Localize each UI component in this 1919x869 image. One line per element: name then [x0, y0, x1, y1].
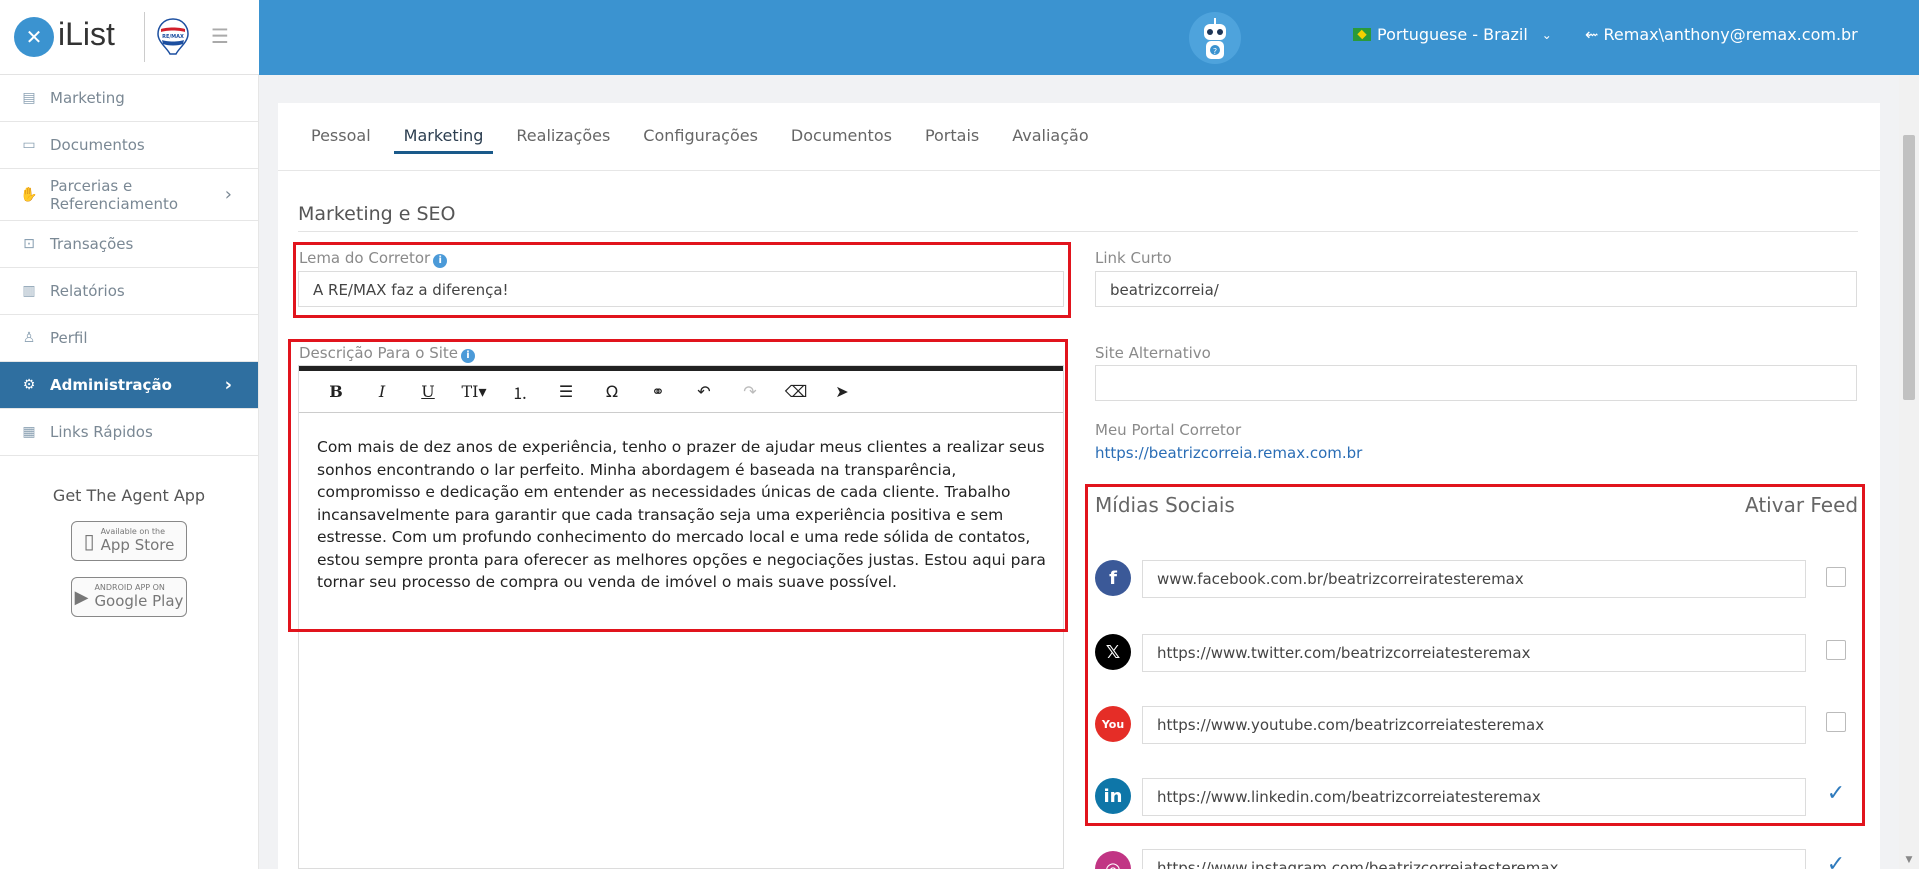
app-logo-text: iList — [58, 16, 115, 52]
app-store-label: App Store — [100, 536, 175, 554]
remax-balloon-logo: RE/MAX — [157, 17, 189, 57]
instagram-feed-checkmark-icon[interactable]: ✓ — [1826, 854, 1846, 869]
alt-site-input[interactable] — [1095, 365, 1857, 401]
sidebar-item-links-rapidos[interactable]: ▦ Links Rápidos — [0, 409, 258, 456]
chevron-down-icon: ⌄ — [1541, 27, 1552, 42]
profile-tabs: Pessoal Marketing Realizações Configuraç… — [278, 103, 1880, 171]
highlight-box-description — [288, 339, 1068, 632]
portal-link[interactable]: https://beatrizcorreia.remax.com.br — [1095, 444, 1362, 462]
sidebar-item-label: Perfil — [50, 329, 88, 347]
get-app-title: Get The Agent App — [52, 486, 206, 505]
top-header: ? Portuguese - Brazil ⌄ ⇜ Remax\anthony@… — [0, 0, 1919, 75]
sidebar-item-relatorios[interactable]: ▥ Relatórios — [0, 268, 258, 315]
hamburger-menu-icon[interactable]: ☰ — [211, 26, 231, 46]
highlight-box-social — [1085, 484, 1865, 826]
sidebar-item-transacoes[interactable]: ⊡ Transações — [0, 221, 258, 268]
portal-label: Meu Portal Corretor — [1095, 421, 1242, 439]
brazil-flag-icon — [1353, 28, 1371, 41]
tab-configuracoes[interactable]: Configurações — [643, 103, 758, 170]
sidebar-item-label: Administração — [50, 376, 172, 394]
instagram-icon: ◎ — [1095, 851, 1131, 869]
google-play-button[interactable]: ▶ ANDROID APP ON Google Play — [71, 577, 187, 617]
language-label: Portuguese - Brazil — [1377, 25, 1528, 44]
tab-avaliacao[interactable]: Avaliação — [1012, 103, 1088, 170]
ilist-logo-icon: ✕ — [14, 17, 54, 57]
section-title: Marketing e SEO — [298, 203, 1858, 232]
short-link-input[interactable]: beatrizcorreia/ — [1095, 271, 1857, 307]
user-icon: ♙ — [22, 330, 36, 346]
tab-realizacoes[interactable]: Realizações — [516, 103, 610, 170]
google-play-label: Google Play — [94, 592, 184, 610]
sidebar-item-documentos[interactable]: ▭ Documentos — [0, 122, 258, 169]
language-selector[interactable]: Portuguese - Brazil ⌄ — [1353, 25, 1552, 44]
tab-documentos[interactable]: Documentos — [791, 103, 892, 170]
sidebar-item-label: Links Rápidos — [50, 423, 153, 441]
tab-portais[interactable]: Portais — [925, 103, 979, 170]
user-account[interactable]: ⇜ Remax\anthony@remax.com.br — [1585, 25, 1858, 44]
chevron-right-icon: › — [224, 183, 232, 205]
app-store-small-label: Available on the — [100, 527, 166, 536]
highlight-box-motto — [293, 242, 1071, 318]
book-icon: ▤ — [22, 90, 36, 106]
sidebar-item-label: Marketing — [50, 89, 125, 107]
gear-icon: ⚙ — [22, 377, 36, 393]
sidebar-item-label: Relatórios — [50, 282, 125, 300]
apple-phone-icon: ▯ — [83, 529, 95, 553]
svg-text:RE/MAX: RE/MAX — [162, 34, 184, 40]
sidebar-item-perfil[interactable]: ♙ Perfil — [0, 315, 258, 362]
logo-divider — [144, 12, 145, 62]
svg-text:?: ? — [1213, 47, 1217, 56]
folder-icon: ▭ — [22, 137, 36, 153]
assistant-robot-icon[interactable]: ? — [1187, 10, 1243, 66]
google-play-icon: ▶ — [74, 586, 89, 608]
handshake-icon: ✋ — [20, 186, 38, 203]
scroll-thumb[interactable] — [1903, 135, 1915, 400]
tab-pessoal[interactable]: Pessoal — [311, 103, 371, 170]
sidebar-item-label: Documentos — [50, 136, 145, 154]
chevron-right-icon: › — [224, 374, 232, 396]
logo-area: ✕ iList RE/MAX ☰ — [0, 0, 259, 75]
short-link-label: Link Curto — [1095, 249, 1172, 267]
google-play-small-label: ANDROID APP ON — [94, 583, 165, 592]
sidebar-item-administracao[interactable]: ⚙ Administração › — [0, 362, 258, 409]
bar-chart-icon: ▥ — [22, 283, 36, 299]
briefcase-icon: ⊡ — [23, 236, 35, 252]
app-store-button[interactable]: ▯ Available on the App Store — [71, 521, 187, 561]
sidebar-item-parcerias[interactable]: ✋ Parcerias e Referenciamento › — [0, 169, 258, 221]
user-label: Remax\anthony@remax.com.br — [1603, 25, 1858, 44]
sidebar-item-marketing[interactable]: ▤ Marketing — [0, 75, 258, 122]
logout-icon: ⇜ — [1585, 25, 1604, 44]
scroll-down-arrow[interactable]: ▼ — [1903, 855, 1915, 867]
sidebar-item-label: Parcerias e Referenciamento — [50, 176, 179, 213]
sidebar: ▤ Marketing ▭ Documentos ✋ Parcerias e R… — [0, 75, 259, 869]
page-scrollbar[interactable] — [1899, 0, 1919, 869]
alt-site-label: Site Alternativo — [1095, 344, 1211, 362]
tab-marketing[interactable]: Marketing — [393, 103, 494, 170]
main-card: Pessoal Marketing Realizações Configuraç… — [278, 103, 1880, 869]
sidebar-item-label: Transações — [50, 235, 134, 253]
links-icon: ▦ — [22, 424, 36, 440]
instagram-url-input[interactable]: https://www.instagram.com/beatrizcorreia… — [1142, 849, 1806, 869]
